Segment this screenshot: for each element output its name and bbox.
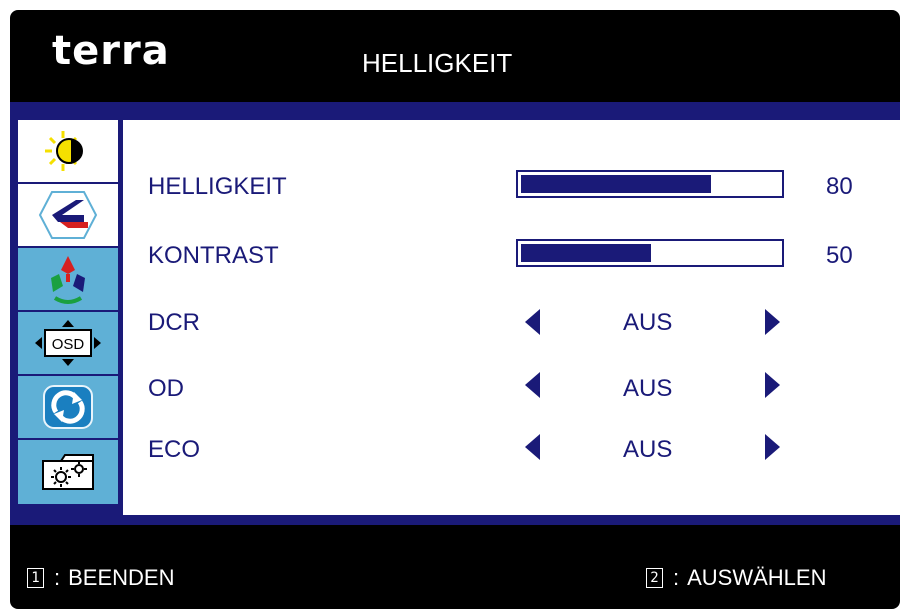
od-left-arrow-icon[interactable]: [525, 372, 540, 398]
dcr-right-arrow-icon[interactable]: [765, 309, 780, 335]
footer: 1 : BEENDEN 2 : AUSWÄHLEN: [10, 525, 900, 609]
osd-window: terra HELLIGKEIT OSD HELLIGKEIT 80 KONTR…: [10, 10, 900, 609]
dcr-left-arrow-icon[interactable]: [525, 309, 540, 335]
sidebar-item-color[interactable]: [18, 248, 118, 312]
menu-label-od[interactable]: OD: [148, 375, 184, 403]
contrast-slider[interactable]: [516, 239, 784, 267]
brightness-slider-fill: [521, 175, 711, 193]
color-icon: [51, 256, 85, 304]
contrast-value: 50: [826, 242, 853, 269]
menu-label-brightness[interactable]: HELLIGKEIT: [148, 173, 287, 201]
contrast-slider-fill: [521, 244, 651, 262]
menu-frame: OSD HELLIGKEIT 80 KONTRAST 50 DCR AUS OD…: [10, 102, 900, 525]
setup-icon: [42, 454, 94, 490]
sidebar-item-reset[interactable]: [18, 376, 118, 440]
reset-icon: [43, 385, 93, 429]
key-1-icon: 1: [27, 568, 44, 588]
brightness-value: 80: [826, 173, 853, 200]
select-separator: :: [673, 565, 680, 590]
od-right-arrow-icon[interactable]: [765, 372, 780, 398]
eco-left-arrow-icon[interactable]: [525, 434, 540, 460]
key-2-icon: 2: [646, 568, 663, 588]
sidebar-item-brightness[interactable]: [18, 120, 118, 184]
exit-separator: :: [54, 565, 61, 590]
sidebar: OSD: [18, 120, 118, 510]
brightness-slider[interactable]: [516, 170, 784, 198]
osd-icon: OSD: [35, 320, 101, 366]
page-title: HELLIGKEIT: [362, 48, 513, 78]
exit-hint: 1 : BEENDEN: [27, 565, 174, 591]
header: terra HELLIGKEIT: [10, 10, 900, 102]
select-label: AUSWÄHLEN: [687, 565, 827, 590]
menu-label-contrast[interactable]: KONTRAST: [148, 242, 279, 270]
sidebar-item-osd[interactable]: OSD: [18, 312, 118, 376]
select-hint: 2 : AUSWÄHLEN: [646, 565, 826, 591]
eco-right-arrow-icon[interactable]: [765, 434, 780, 460]
image-icon: [38, 191, 98, 239]
od-value: AUS: [623, 375, 673, 402]
brand-logo: terra: [52, 28, 170, 74]
menu-label-eco[interactable]: ECO: [148, 436, 200, 464]
exit-label: BEENDEN: [68, 565, 175, 590]
menu-content: HELLIGKEIT 80 KONTRAST 50 DCR AUS OD AUS…: [123, 120, 900, 515]
dcr-value: AUS: [623, 309, 673, 336]
sidebar-item-image[interactable]: [18, 184, 118, 248]
menu-label-dcr[interactable]: DCR: [148, 309, 200, 337]
sidebar-item-setup[interactable]: [18, 440, 118, 504]
eco-value: AUS: [623, 436, 673, 463]
brightness-icon: [45, 131, 83, 171]
svg-text:OSD: OSD: [52, 336, 85, 353]
